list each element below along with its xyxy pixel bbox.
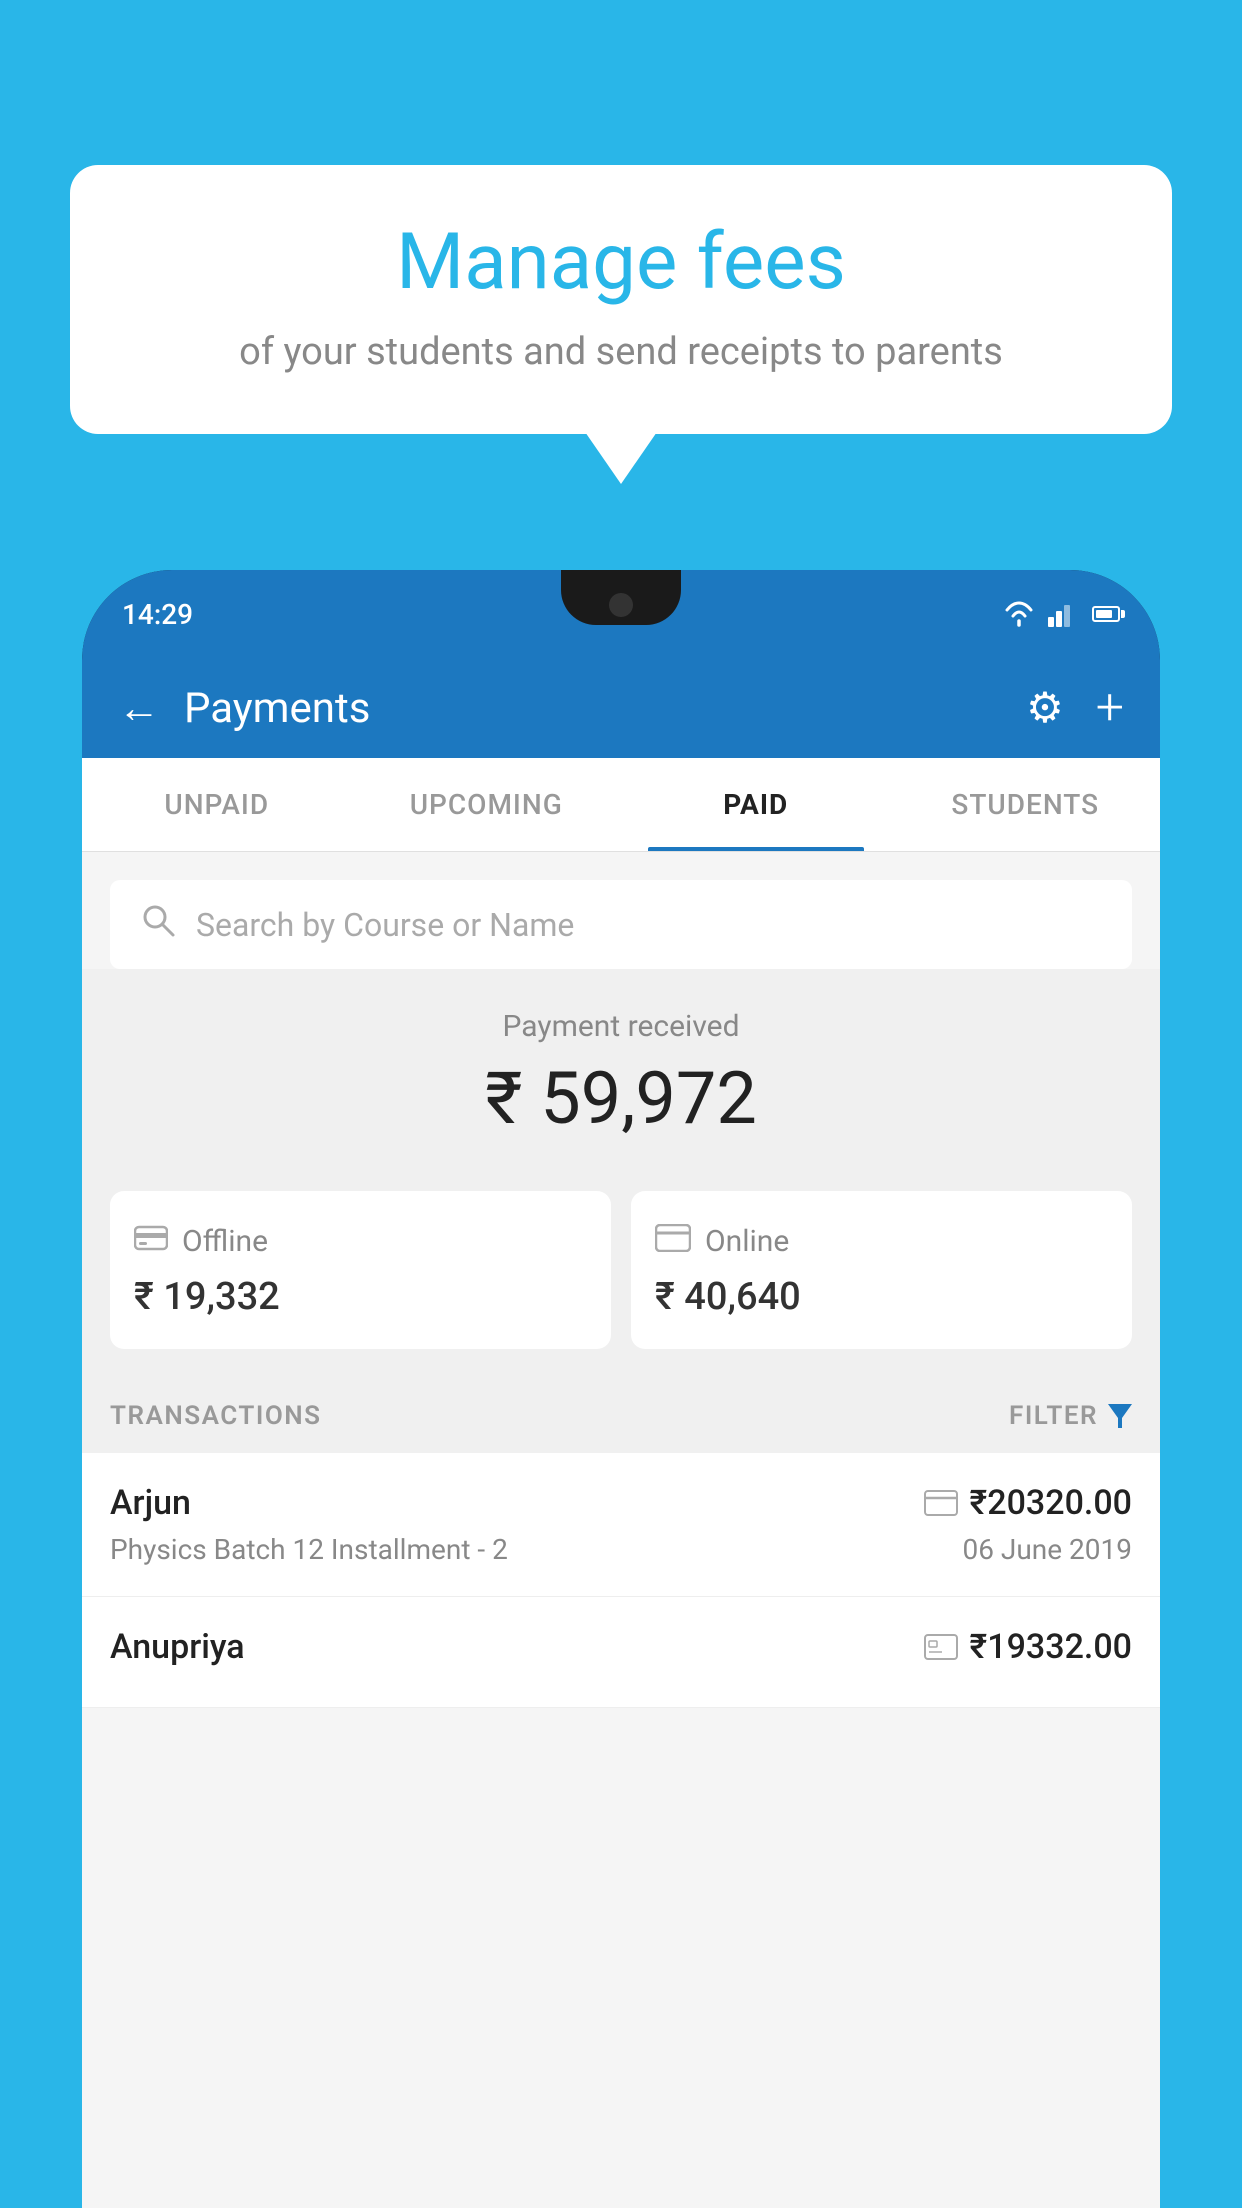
online-label: Online — [705, 1224, 789, 1259]
payment-label: Payment received — [110, 1009, 1132, 1044]
online-icon — [655, 1221, 691, 1261]
status-icons — [1002, 601, 1120, 627]
search-placeholder: Search by Course or Name — [196, 906, 574, 944]
table-row[interactable]: Anupriya ₹19332.00 — [82, 1597, 1160, 1708]
add-button[interactable]: + — [1096, 679, 1124, 737]
bubble-subtitle: of your students and send receipts to pa… — [130, 330, 1112, 374]
filter-button[interactable]: FILTER — [1009, 1401, 1132, 1431]
header-icons: ⚙ + — [1026, 679, 1124, 737]
transaction-date: 06 June 2019 — [962, 1533, 1132, 1566]
status-bar: 14:29 — [82, 570, 1160, 658]
transaction-amount: ₹19332.00 — [970, 1627, 1132, 1667]
phone-frame: 14:29 ← Payments — [82, 570, 1160, 2208]
phone-notch — [561, 570, 681, 625]
transaction-name: Arjun — [110, 1483, 191, 1523]
header-title: Payments — [184, 684, 1002, 733]
payment-summary: Payment received ₹ 59,972 — [82, 969, 1160, 1171]
tab-upcoming[interactable]: UPCOMING — [352, 758, 622, 851]
cash-payment-icon — [924, 1634, 958, 1660]
transactions-label: TRANSACTIONS — [110, 1401, 322, 1431]
transaction-amount-wrap: ₹19332.00 — [924, 1627, 1132, 1667]
transactions-header: TRANSACTIONS FILTER — [82, 1379, 1160, 1453]
filter-icon — [1108, 1404, 1132, 1428]
back-button[interactable]: ← — [118, 684, 160, 733]
transaction-name: Anupriya — [110, 1627, 245, 1667]
notch-camera — [609, 593, 633, 617]
transaction-course: Physics Batch 12 Installment - 2 — [110, 1533, 508, 1566]
tab-paid[interactable]: PAID — [621, 758, 891, 851]
status-time: 14:29 — [122, 598, 193, 631]
online-card: Online ₹ 40,640 — [631, 1191, 1132, 1349]
app-content: Search by Course or Name Payment receive… — [82, 852, 1160, 2208]
transaction-amount: ₹20320.00 — [970, 1483, 1132, 1523]
battery-icon — [1092, 606, 1120, 622]
tabs-bar: UNPAID UPCOMING PAID STUDENTS — [82, 758, 1160, 852]
tab-unpaid[interactable]: UNPAID — [82, 758, 352, 851]
offline-amount: ₹ 19,332 — [134, 1275, 587, 1319]
table-row[interactable]: Arjun ₹20320.00 Physics Batch 12 Install… — [82, 1453, 1160, 1597]
speech-bubble: Manage fees of your students and send re… — [70, 165, 1172, 434]
transaction-amount-wrap: ₹20320.00 — [924, 1483, 1132, 1523]
signal-icon — [1048, 601, 1076, 627]
online-amount: ₹ 40,640 — [655, 1275, 1108, 1319]
card-payment-icon — [924, 1490, 958, 1516]
payment-cards: Offline ₹ 19,332 Online ₹ 40,640 — [82, 1171, 1160, 1379]
app-header: ← Payments ⚙ + — [82, 658, 1160, 758]
bubble-title: Manage fees — [130, 220, 1112, 306]
payment-amount: ₹ 59,972 — [110, 1056, 1132, 1141]
tab-students[interactable]: STUDENTS — [891, 758, 1161, 851]
offline-label: Offline — [182, 1224, 268, 1259]
wifi-icon — [1002, 601, 1036, 627]
settings-button[interactable]: ⚙ — [1026, 683, 1064, 733]
offline-icon — [134, 1221, 168, 1261]
filter-label: FILTER — [1009, 1401, 1098, 1431]
search-bar[interactable]: Search by Course or Name — [110, 880, 1132, 969]
offline-card: Offline ₹ 19,332 — [110, 1191, 611, 1349]
search-icon — [140, 902, 176, 947]
